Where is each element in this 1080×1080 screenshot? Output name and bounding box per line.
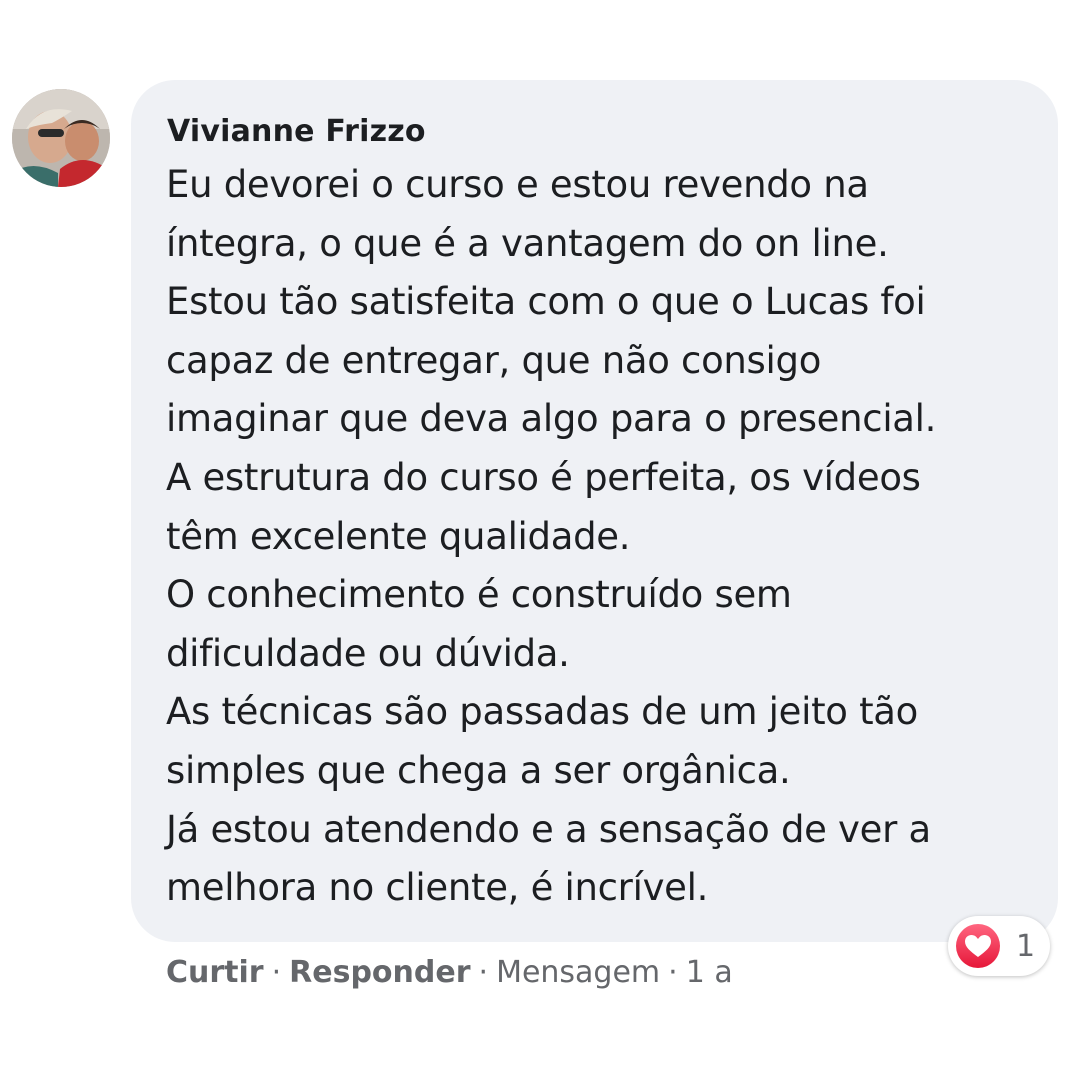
like-button[interactable]: Curtir (166, 955, 264, 990)
comment-line: têm excelente qualidade. (166, 514, 631, 558)
avatar-photo-icon (12, 89, 110, 187)
comment-actions: Curtir · Responder · Mensagem · 1 a (166, 948, 733, 996)
comment-line: íntegra, o que é a vantagem do on line. (166, 221, 889, 265)
comment-line: As técnicas são passadas de um jeito tão (166, 690, 918, 734)
comment-screenshot: Vivianne Frizzo Eu devorei o curso e est… (0, 0, 1080, 1080)
avatar[interactable] (12, 89, 110, 187)
comment-line: Eu devorei o curso e estou revendo na (166, 163, 869, 206)
comment-line: O conhecimento é construído sem (166, 573, 792, 617)
reaction-summary[interactable]: 1 (948, 916, 1050, 976)
comment-author[interactable]: Vivianne Frizzo (167, 110, 1034, 154)
comment-bubble: Vivianne Frizzo Eu devorei o curso e est… (131, 80, 1058, 942)
separator: · (478, 954, 489, 990)
comment-line: Já estou atendendo e a sensação de ver a (166, 807, 931, 851)
comment-line: A estrutura do curso é perfeita, os víde… (166, 455, 921, 499)
comment-line: dificuldade ou dúvida. (166, 631, 570, 675)
reply-button[interactable]: Responder (289, 955, 470, 990)
reaction-count: 1 (1016, 928, 1036, 964)
separator: · (271, 954, 282, 990)
separator: · (668, 954, 678, 990)
comment-text: Eu devorei o curso e estou revendo na ín… (166, 156, 1034, 918)
comment-line: simples que chega a ser orgânica. (166, 748, 791, 792)
heart-love-icon (956, 924, 1000, 968)
timestamp[interactable]: 1 a (686, 955, 733, 990)
comment-line: capaz de entregar, que não consigo (166, 338, 822, 382)
comment-line: melhora no cliente, é incrível. (166, 866, 709, 910)
message-link[interactable]: Mensagem (496, 955, 660, 990)
comment-line: Estou tão satisfeita com o que o Lucas f… (166, 280, 926, 324)
comment-line: imaginar que deva algo para o presencial… (166, 397, 937, 441)
